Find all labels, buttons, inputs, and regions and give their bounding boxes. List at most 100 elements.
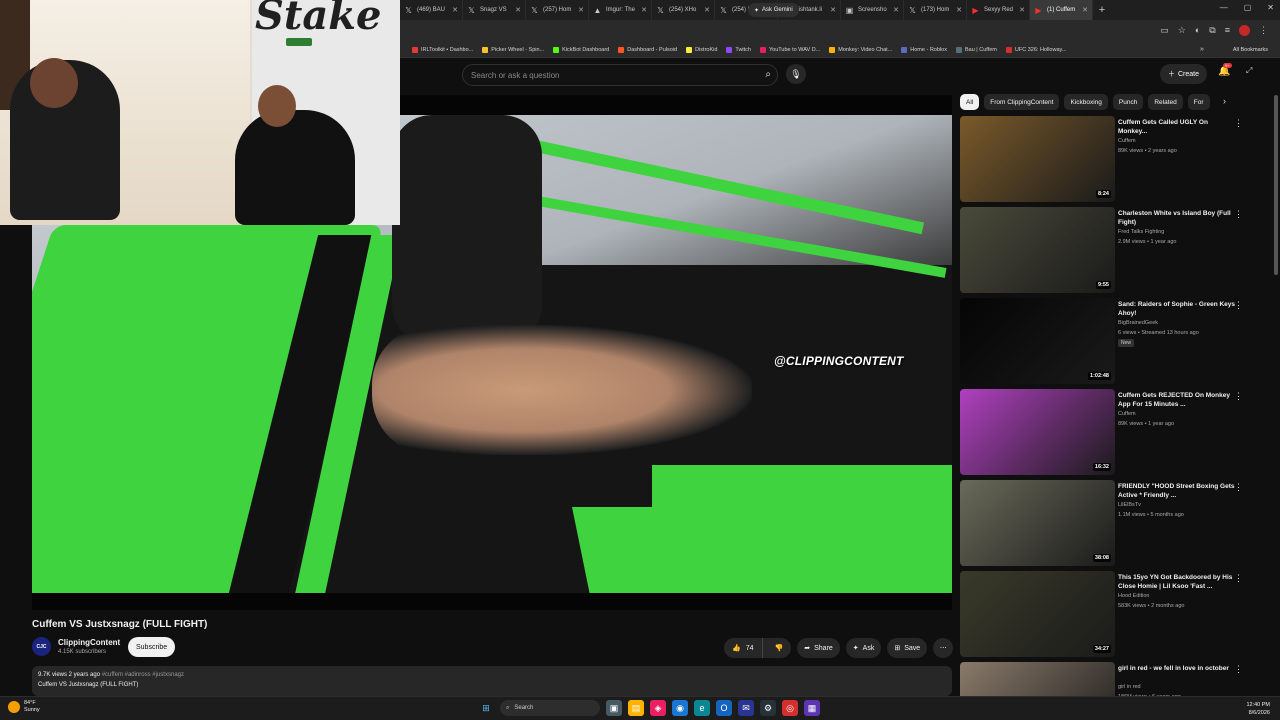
video-description[interactable]: 9.7K views 2 years ago #cuffem #adinross…	[32, 666, 952, 696]
app-grid-icon[interactable]: ▦	[804, 700, 820, 716]
recommendation-channel[interactable]: Cuffem	[1118, 411, 1136, 417]
video-thumbnail[interactable]: 9:55	[960, 207, 1115, 293]
browser-tab[interactable]: 𝕏 (469) BAU ✕	[400, 0, 463, 20]
filter-chip[interactable]: Related	[1148, 94, 1183, 110]
expand-icon[interactable]: ⤢	[1246, 66, 1252, 76]
filter-chip[interactable]: For	[1187, 94, 1210, 110]
close-tab-icon[interactable]: ✕	[956, 6, 962, 14]
video-thumbnail[interactable]: 38:08	[960, 480, 1115, 566]
more-actions-button[interactable]: ⋯	[933, 638, 954, 658]
all-bookmarks-link[interactable]: All Bookmarks	[1233, 47, 1268, 53]
mail-icon[interactable]: ✉	[738, 700, 754, 716]
recommendation-channel[interactable]: Hood Edition	[1118, 593, 1150, 599]
bookmark-item[interactable]: Twitch	[726, 46, 751, 53]
bookmark-item[interactable]: DistroKid	[686, 46, 717, 53]
bookmark-item[interactable]: Monkey: Video Chat...	[829, 46, 892, 53]
channel-name[interactable]: ClippingContent	[58, 638, 120, 647]
close-tab-icon[interactable]: ✕	[641, 6, 647, 14]
recommendation-item[interactable]: 16:32 Cuffem Gets REJECTED On Monkey App …	[960, 389, 1260, 475]
recommendation-title[interactable]: Cuffem Gets REJECTED On Monkey App For 1…	[1118, 391, 1236, 409]
app-icon[interactable]: ◉	[672, 700, 688, 716]
close-tab-icon[interactable]: ✕	[515, 6, 521, 14]
bookmarks-overflow-icon[interactable]: »	[1200, 46, 1204, 53]
browser-tab[interactable]: ▲ Imgur: The ✕	[589, 0, 652, 20]
recommendation-channel[interactable]: BigBrainedGeek	[1118, 320, 1158, 326]
recommendation-channel[interactable]: Cuffem	[1118, 138, 1136, 144]
recommendation-title[interactable]: FRIENDLY "HOOD Street Boxing Gets Active…	[1118, 482, 1236, 500]
create-button[interactable]: ＋ Create	[1160, 64, 1208, 84]
ask-gemini-button[interactable]: ✦ Ask Gemini	[748, 3, 799, 17]
recommendation-item[interactable]: 38:08 FRIENDLY "HOOD Street Boxing Gets A…	[960, 480, 1260, 566]
close-tab-icon[interactable]: ✕	[704, 6, 710, 14]
chevron-right-icon[interactable]: ›	[1223, 96, 1226, 106]
file-explorer-icon[interactable]: ▤	[628, 700, 644, 716]
browser-tab[interactable]: 𝕏 (257) Hom ✕	[526, 0, 589, 20]
save-button[interactable]: ⊞ Save	[887, 638, 928, 658]
more-vertical-icon[interactable]: ⋮	[1234, 209, 1243, 220]
close-tab-icon[interactable]: ✕	[1082, 6, 1088, 14]
recommendation-item[interactable]: 34:27 This 15yo YN Got Backdoored by His …	[960, 571, 1260, 657]
more-vertical-icon[interactable]: ⋮	[1234, 573, 1243, 584]
bookmark-item[interactable]: YouTube to WAV D...	[760, 46, 820, 53]
cast-icon[interactable]: ▭	[1160, 25, 1169, 36]
chrome-icon[interactable]: ◎	[782, 700, 798, 716]
recommendation-title[interactable]: Cuffem Gets Called UGLY On Monkey...	[1118, 118, 1236, 136]
bookmark-item[interactable]: Picker Wheel - Spin...	[482, 46, 544, 53]
close-tab-icon[interactable]: ✕	[452, 6, 458, 14]
bookmark-item[interactable]: Bau | Cuffem	[955, 46, 997, 53]
system-clock[interactable]: 12:40 PM 8/6/2026	[1246, 701, 1270, 717]
bookmark-item[interactable]: KickBot Dashboard	[553, 46, 609, 53]
recommendation-title[interactable]: Sand: Raiders of Sophie - Green Keys Aho…	[1118, 300, 1236, 318]
search-icon[interactable]: ⌕	[765, 69, 771, 80]
recommendation-title[interactable]: girl in red - we fell in love in october	[1118, 664, 1236, 673]
photos-icon[interactable]: ◈	[650, 700, 666, 716]
recommendation-item[interactable]: 9:55 Charleston White vs Island Boy (Full…	[960, 207, 1260, 293]
subscribe-button[interactable]: Subscribe	[128, 637, 176, 657]
taskbar-search[interactable]: ⌕ Search	[500, 700, 600, 716]
menu-icon[interactable]: ⋮	[1259, 25, 1268, 36]
new-tab-icon[interactable]: +	[1093, 4, 1111, 16]
channel-avatar[interactable]: CJC	[32, 637, 51, 656]
scrollbar[interactable]	[1274, 95, 1278, 275]
video-thumbnail[interactable]: 8:24	[960, 116, 1115, 202]
bookmark-star-icon[interactable]: ☆	[1178, 25, 1186, 36]
close-window-icon[interactable]: ✕	[1267, 3, 1274, 12]
close-tab-icon[interactable]: ✕	[1019, 6, 1025, 14]
recommendation-title[interactable]: This 15yo YN Got Backdoored by His Close…	[1118, 573, 1236, 591]
more-vertical-icon[interactable]: ⋮	[1234, 118, 1243, 129]
share-button[interactable]: ➦ Share	[797, 638, 840, 658]
notifications-button[interactable]: 🔔 9+	[1218, 63, 1232, 77]
browser-tab[interactable]: 𝕏 Snagz VS ✕	[463, 0, 526, 20]
steam-icon[interactable]: ⚙	[760, 700, 776, 716]
browser-tab[interactable]: ▶ (1) Cuffem ✕	[1030, 0, 1093, 20]
video-thumbnail[interactable]: 16:32	[960, 389, 1115, 475]
voice-search-button[interactable]: 🎙	[786, 64, 806, 84]
browser-tab[interactable]: ▶ Sexyy Red ✕	[967, 0, 1030, 20]
weather-widget[interactable]: 84°F Sunny	[8, 700, 40, 714]
extension-icon[interactable]: ◐	[1195, 25, 1200, 36]
bookmark-item[interactable]: UFC 326: Holloway...	[1005, 46, 1066, 53]
more-vertical-icon[interactable]: ⋮	[1234, 482, 1243, 493]
bookmark-item[interactable]: IRLToolkit • Dashbo...	[412, 46, 473, 53]
bookmark-item[interactable]: Dashboard - Pulsoid	[618, 46, 677, 53]
bookmark-item[interactable]: Home - Roblox	[901, 46, 947, 53]
filter-chip[interactable]: Punch	[1112, 94, 1144, 110]
minimize-icon[interactable]: —	[1220, 3, 1228, 12]
ask-button[interactable]: ✦ Ask	[845, 638, 882, 658]
filter-chip[interactable]: From ClippingContent	[984, 94, 1060, 110]
recommendation-item[interactable]: 1:02:48 Sand: Raiders of Sophie - Green K…	[960, 298, 1260, 384]
like-button[interactable]: 👍 74	[724, 638, 763, 658]
recommendation-channel[interactable]: LilElBsTv	[1118, 502, 1141, 508]
more-vertical-icon[interactable]: ⋮	[1234, 664, 1243, 675]
more-vertical-icon[interactable]: ⋮	[1234, 391, 1243, 402]
recommendation-item[interactable]: 8:24 Cuffem Gets Called UGLY On Monkey...…	[960, 116, 1260, 202]
outlook-icon[interactable]: O	[716, 700, 732, 716]
video-thumbnail[interactable]: 34:27	[960, 571, 1115, 657]
profile-avatar[interactable]	[1239, 25, 1250, 36]
dislike-button[interactable]: 👎	[767, 638, 792, 658]
filter-chip[interactable]: Kickboxing	[1064, 94, 1108, 110]
browser-tab[interactable]: ▣ Screensho ✕	[841, 0, 904, 20]
filter-chip[interactable]: All	[960, 94, 980, 110]
search-input[interactable]: Search or ask a question ⌕	[462, 64, 778, 86]
recommendation-channel[interactable]: girl in red	[1118, 684, 1141, 690]
